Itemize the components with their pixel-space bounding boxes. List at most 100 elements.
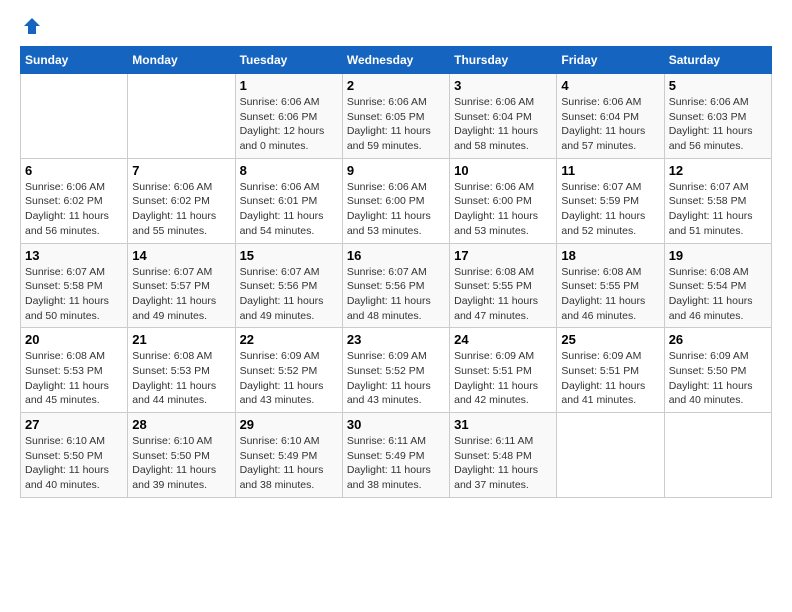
day-info: Sunrise: 6:07 AM Sunset: 5:56 PM Dayligh…: [347, 265, 445, 324]
day-number: 14: [132, 248, 230, 263]
calendar-header: SundayMondayTuesdayWednesdayThursdayFrid…: [21, 47, 772, 74]
day-number: 17: [454, 248, 552, 263]
day-info: Sunrise: 6:06 AM Sunset: 6:06 PM Dayligh…: [240, 95, 338, 154]
calendar-body: 1Sunrise: 6:06 AM Sunset: 6:06 PM Daylig…: [21, 74, 772, 498]
calendar-cell: 27 Sunrise: 6:10 AM Sunset: 5:50 PM Dayli…: [21, 413, 128, 498]
calendar-cell: 5Sunrise: 6:06 AM Sunset: 6:03 PM Daylig…: [664, 74, 771, 159]
weekday-header-sunday: Sunday: [21, 47, 128, 74]
calendar-cell: [21, 74, 128, 159]
weekday-header-monday: Monday: [128, 47, 235, 74]
calendar-cell: 29 Sunrise: 6:10 AM Sunset: 5:49 PM Dayli…: [235, 413, 342, 498]
calendar-cell: 10 Sunrise: 6:06 AM Sunset: 6:00 PM Dayli…: [450, 158, 557, 243]
calendar-cell: 1Sunrise: 6:06 AM Sunset: 6:06 PM Daylig…: [235, 74, 342, 159]
logo-icon: [22, 16, 42, 36]
calendar-cell: 24 Sunrise: 6:09 AM Sunset: 5:51 PM Dayli…: [450, 328, 557, 413]
calendar-cell: 16 Sunrise: 6:07 AM Sunset: 5:56 PM Dayli…: [342, 243, 449, 328]
calendar-cell: 6 Sunrise: 6:06 AM Sunset: 6:02 PM Daylig…: [21, 158, 128, 243]
day-info: Sunrise: 6:06 AM Sunset: 6:00 PM Dayligh…: [454, 180, 552, 239]
day-info: Sunrise: 6:09 AM Sunset: 5:51 PM Dayligh…: [454, 349, 552, 408]
calendar-cell: 22 Sunrise: 6:09 AM Sunset: 5:52 PM Dayli…: [235, 328, 342, 413]
day-number: 4: [561, 78, 659, 93]
day-info: Sunrise: 6:06 AM Sunset: 6:03 PM Dayligh…: [669, 95, 767, 154]
calendar-cell: [664, 413, 771, 498]
calendar-cell: 3Sunrise: 6:06 AM Sunset: 6:04 PM Daylig…: [450, 74, 557, 159]
day-number: 19: [669, 248, 767, 263]
calendar-cell: 11 Sunrise: 6:07 AM Sunset: 5:59 PM Dayli…: [557, 158, 664, 243]
day-number: 15: [240, 248, 338, 263]
day-number: 16: [347, 248, 445, 263]
day-number: 10: [454, 163, 552, 178]
day-number: 12: [669, 163, 767, 178]
calendar-cell: 7 Sunrise: 6:06 AM Sunset: 6:02 PM Daylig…: [128, 158, 235, 243]
day-number: 2: [347, 78, 445, 93]
day-number: 24: [454, 332, 552, 347]
logo: [20, 20, 42, 36]
day-info: Sunrise: 6:08 AM Sunset: 5:54 PM Dayligh…: [669, 265, 767, 324]
day-info: Sunrise: 6:07 AM Sunset: 5:56 PM Dayligh…: [240, 265, 338, 324]
calendar-cell: 30 Sunrise: 6:11 AM Sunset: 5:49 PM Dayli…: [342, 413, 449, 498]
day-number: 13: [25, 248, 123, 263]
day-number: 31: [454, 417, 552, 432]
week-row-4: 20 Sunrise: 6:08 AM Sunset: 5:53 PM Dayli…: [21, 328, 772, 413]
day-info: Sunrise: 6:10 AM Sunset: 5:50 PM Dayligh…: [132, 434, 230, 493]
weekday-header-saturday: Saturday: [664, 47, 771, 74]
day-info: Sunrise: 6:07 AM Sunset: 5:58 PM Dayligh…: [669, 180, 767, 239]
calendar-cell: 21Sunrise: 6:08 AM Sunset: 5:53 PM Dayli…: [128, 328, 235, 413]
day-number: 3: [454, 78, 552, 93]
day-number: 25: [561, 332, 659, 347]
day-number: 23: [347, 332, 445, 347]
day-info: Sunrise: 6:06 AM Sunset: 6:02 PM Dayligh…: [25, 180, 123, 239]
day-number: 26: [669, 332, 767, 347]
day-number: 20: [25, 332, 123, 347]
day-number: 21: [132, 332, 230, 347]
day-info: Sunrise: 6:06 AM Sunset: 6:00 PM Dayligh…: [347, 180, 445, 239]
day-number: 7: [132, 163, 230, 178]
weekday-header-row: SundayMondayTuesdayWednesdayThursdayFrid…: [21, 47, 772, 74]
calendar-cell: 13 Sunrise: 6:07 AM Sunset: 5:58 PM Dayli…: [21, 243, 128, 328]
day-number: 18: [561, 248, 659, 263]
calendar-cell: 2 Sunrise: 6:06 AM Sunset: 6:05 PM Daylig…: [342, 74, 449, 159]
calendar-cell: 26 Sunrise: 6:09 AM Sunset: 5:50 PM Dayli…: [664, 328, 771, 413]
day-info: Sunrise: 6:09 AM Sunset: 5:52 PM Dayligh…: [240, 349, 338, 408]
day-number: 30: [347, 417, 445, 432]
day-info: Sunrise: 6:07 AM Sunset: 5:58 PM Dayligh…: [25, 265, 123, 324]
week-row-2: 6 Sunrise: 6:06 AM Sunset: 6:02 PM Daylig…: [21, 158, 772, 243]
calendar-cell: 28 Sunrise: 6:10 AM Sunset: 5:50 PM Dayli…: [128, 413, 235, 498]
day-number: 22: [240, 332, 338, 347]
page-header: [20, 20, 772, 36]
day-number: 6: [25, 163, 123, 178]
day-info: Sunrise: 6:08 AM Sunset: 5:53 PM Dayligh…: [25, 349, 123, 408]
day-number: 29: [240, 417, 338, 432]
calendar-cell: 23 Sunrise: 6:09 AM Sunset: 5:52 PM Dayli…: [342, 328, 449, 413]
week-row-1: 1Sunrise: 6:06 AM Sunset: 6:06 PM Daylig…: [21, 74, 772, 159]
day-info: Sunrise: 6:06 AM Sunset: 6:05 PM Dayligh…: [347, 95, 445, 154]
day-info: Sunrise: 6:11 AM Sunset: 5:49 PM Dayligh…: [347, 434, 445, 493]
day-info: Sunrise: 6:06 AM Sunset: 6:02 PM Dayligh…: [132, 180, 230, 239]
day-info: Sunrise: 6:09 AM Sunset: 5:52 PM Dayligh…: [347, 349, 445, 408]
weekday-header-tuesday: Tuesday: [235, 47, 342, 74]
day-info: Sunrise: 6:11 AM Sunset: 5:48 PM Dayligh…: [454, 434, 552, 493]
day-info: Sunrise: 6:06 AM Sunset: 6:04 PM Dayligh…: [561, 95, 659, 154]
day-info: Sunrise: 6:09 AM Sunset: 5:51 PM Dayligh…: [561, 349, 659, 408]
calendar-cell: 19 Sunrise: 6:08 AM Sunset: 5:54 PM Dayli…: [664, 243, 771, 328]
calendar-cell: 4 Sunrise: 6:06 AM Sunset: 6:04 PM Daylig…: [557, 74, 664, 159]
week-row-3: 13 Sunrise: 6:07 AM Sunset: 5:58 PM Dayli…: [21, 243, 772, 328]
day-number: 28: [132, 417, 230, 432]
calendar-cell: 20 Sunrise: 6:08 AM Sunset: 5:53 PM Dayli…: [21, 328, 128, 413]
day-number: 8: [240, 163, 338, 178]
day-number: 27: [25, 417, 123, 432]
day-number: 9: [347, 163, 445, 178]
day-info: Sunrise: 6:10 AM Sunset: 5:50 PM Dayligh…: [25, 434, 123, 493]
weekday-header-thursday: Thursday: [450, 47, 557, 74]
calendar-cell: [128, 74, 235, 159]
calendar-cell: 14Sunrise: 6:07 AM Sunset: 5:57 PM Dayli…: [128, 243, 235, 328]
day-number: 11: [561, 163, 659, 178]
day-info: Sunrise: 6:07 AM Sunset: 5:59 PM Dayligh…: [561, 180, 659, 239]
calendar-cell: [557, 413, 664, 498]
calendar-cell: 12 Sunrise: 6:07 AM Sunset: 5:58 PM Dayli…: [664, 158, 771, 243]
weekday-header-friday: Friday: [557, 47, 664, 74]
calendar-cell: 9 Sunrise: 6:06 AM Sunset: 6:00 PM Daylig…: [342, 158, 449, 243]
calendar-cell: 18Sunrise: 6:08 AM Sunset: 5:55 PM Dayli…: [557, 243, 664, 328]
day-info: Sunrise: 6:09 AM Sunset: 5:50 PM Dayligh…: [669, 349, 767, 408]
day-info: Sunrise: 6:10 AM Sunset: 5:49 PM Dayligh…: [240, 434, 338, 493]
